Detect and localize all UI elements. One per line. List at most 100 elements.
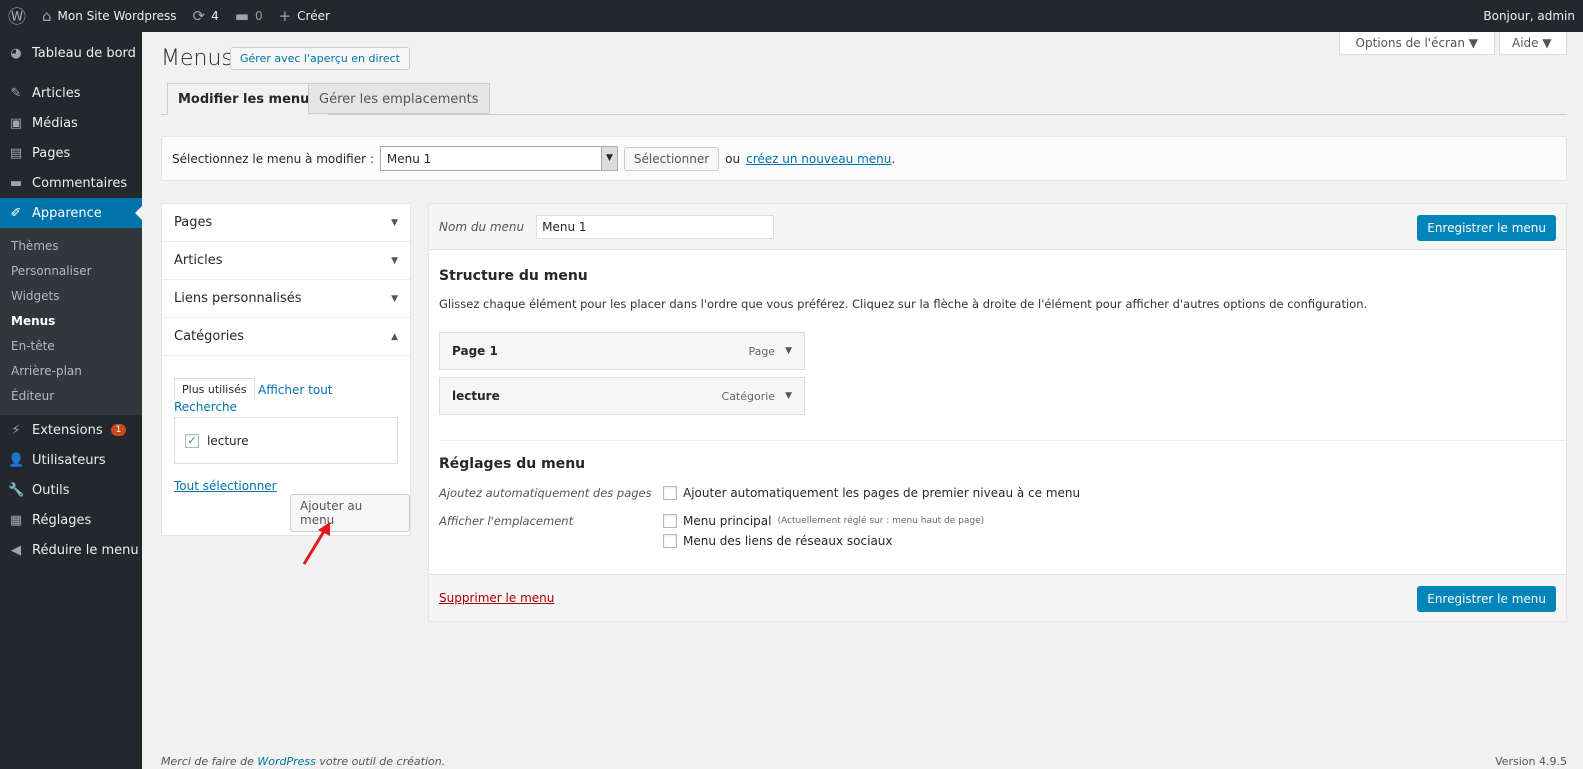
screen-options-button[interactable]: Options de l'écran ▼ [1338,32,1495,55]
users-icon: 👤 [8,452,25,468]
pages-icon: ▤ [9,145,23,161]
sidebar-item-label: Commentaires [32,175,128,191]
red-arrow-annotation [302,522,330,565]
menu-name-label: Nom du menu [439,219,525,234]
save-menu-button-bottom[interactable]: Enregistrer le menu [1417,586,1556,612]
menu-item-type: Catégorie [721,389,776,403]
comment-icon: ▬ [9,175,23,191]
menu-select[interactable]: Menu 1 ▼ [379,146,618,171]
structure-title: Structure du menu [439,268,588,284]
new-content-link[interactable]: + Créer [271,0,338,32]
comments-count: 0 [254,9,263,23]
sidebar-item-articles[interactable]: ✎ Articles [0,78,142,108]
footer-version: Version 4.9.5 [1495,755,1567,768]
settings-title: Réglages du menu [439,456,586,472]
menu-item[interactable]: lecture Catégorie ▼ [439,377,805,415]
accordion-pages[interactable]: Pages ▼ [162,204,410,242]
sidebar-item-label: Médias [32,115,78,131]
submenu-item[interactable]: Menus [0,309,142,334]
create-menu-link[interactable]: créez un nouveau menu [746,152,891,166]
caret-down-icon[interactable]: ▼ [785,346,792,356]
comments-link[interactable]: ▬ 0 [227,0,271,32]
sidebar-item-extensions[interactable]: ⚡ Extensions 1 [0,415,142,445]
accordion-title: Pages [174,215,213,230]
caret-down-icon: ▼ [391,255,398,266]
sidebar-item-utilisateurs[interactable]: 👤 Utilisateurs [0,445,142,475]
sidebar-item-label: Réglages [32,512,92,528]
select-all-link[interactable]: Tout sélectionner [174,479,277,493]
sidebar-item-tableau-de-bord[interactable]: ◕ Tableau de bord [0,38,142,68]
auto-add-label: Ajoutez automatiquement des pages [439,486,652,500]
sidebar-item-pages[interactable]: ▤ Pages [0,138,142,168]
updates-icon: ⟳ [192,7,206,25]
sidebar-item-r-duire-le-menu[interactable]: ◀ Réduire le menu [0,535,142,565]
caret-down-icon[interactable]: ▼ [785,391,792,401]
dashboard-icon: ◕ [10,45,22,61]
submenu-item[interactable]: En-tête [0,334,142,359]
collapse-icon: ◀ [11,542,21,558]
primary-menu-label: Menu principal [683,514,772,528]
menu-name-input[interactable]: Menu 1 [536,214,775,239]
delete-menu-link[interactable]: Supprimer le menu [439,591,554,605]
submenu-item[interactable]: Thèmes [0,234,142,259]
social-menu-label: Menu des liens de réseaux sociaux [683,534,893,548]
updates-link[interactable]: ⟳ 4 [185,0,227,32]
caret-up-icon: ▲ [391,331,398,342]
comment-icon: ▬ [234,7,249,25]
tab-edit-menus[interactable]: Modifier les menus [167,83,329,115]
sidebar-item-outils[interactable]: 🔧 Outils [0,475,142,505]
sidebar-item-apparence[interactable]: ✐ Apparence [0,198,142,228]
account-link[interactable]: Bonjour, admin [1475,0,1583,32]
sidebar-item-r-glages[interactable]: ▦ Réglages [0,505,142,535]
save-menu-button-top[interactable]: Enregistrer le menu [1417,215,1556,241]
page-title: Menus [161,46,233,71]
menu-item[interactable]: Page 1 Page ▼ [439,332,805,370]
menu-item-title: Page 1 [452,344,498,358]
update-badge: 1 [110,424,127,436]
brush-icon: ✐ [10,205,22,221]
submenu-item[interactable]: Éditeur [0,384,142,409]
caret-down-icon: ▼ [391,217,398,228]
menu-select-value: Menu 1 [386,151,432,166]
submenu-item[interactable]: Personnaliser [0,259,142,284]
footer-thanks: Merci de faire de WordPress votre outil … [161,755,445,768]
sidebar-item-commentaires[interactable]: ▬ Commentaires [0,168,142,198]
help-button[interactable]: Aide ▼ [1499,32,1567,55]
submenu-item[interactable]: Widgets [0,284,142,309]
tab-search[interactable]: Recherche [174,400,237,414]
select-button[interactable]: Sélectionner [623,146,720,171]
social-menu-checkbox[interactable] [663,534,677,548]
accordion-custom-links[interactable]: Liens personnalisés ▼ [162,280,410,318]
menu-editor: Nom du menu Menu 1 Enregistrer le menu S… [428,203,1567,622]
tab-manage-locations[interactable]: Gérer les emplacements [308,83,490,114]
chevron-down-icon: ▼ [600,147,617,170]
tab-most-used[interactable]: Plus utilisés [174,378,255,401]
plugin-icon: ⚡ [11,422,21,438]
primary-menu-checkbox[interactable] [663,514,677,528]
structure-description: Glissez chaque élément pour les placer d… [439,297,1368,311]
sidebar-item-m-dias[interactable]: ▣ Médias [0,108,142,138]
site-link[interactable]: ⌂ Mon Site Wordpress [34,0,185,32]
location-label: Afficher l'emplacement [439,514,574,528]
sidebar-item-label: Outils [32,482,70,498]
plus-icon: + [278,7,292,25]
caret-down-icon: ▼ [391,293,398,304]
auto-add-checkbox[interactable] [663,486,677,500]
accordion-categories[interactable]: Catégories ▲ [162,318,410,356]
sidebar-item-label: Articles [32,85,81,101]
help-label: Aide [1512,36,1539,50]
accordion-articles[interactable]: Articles ▼ [162,242,410,280]
or-text: ou [725,151,741,166]
submenu-item[interactable]: Arrière-plan [0,359,142,384]
tools-icon: 🔧 [8,482,25,498]
tab-view-all[interactable]: Afficher tout [258,383,333,397]
category-checkbox[interactable]: ✓ [185,433,199,448]
live-preview-button[interactable]: Gérer avec l'aperçu en direct [230,47,410,70]
menu-select-bar: Sélectionnez le menu à modifier : Menu 1… [161,136,1567,181]
accordion-title: Articles [174,253,223,268]
wordpress-logo[interactable]: Ⓦ [0,0,34,32]
menu-item-type: Page [748,344,776,358]
accordion-title: Catégories [174,329,245,344]
select-label: Sélectionnez le menu à modifier : [172,151,374,166]
wordpress-link[interactable]: WordPress [257,755,316,768]
